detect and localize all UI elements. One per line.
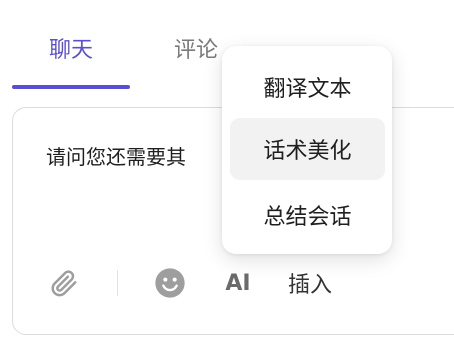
tab-chat[interactable]: 聊天 (12, 38, 130, 64)
active-tab-indicator (12, 85, 130, 89)
emoji-button[interactable] (152, 260, 188, 306)
ai-button[interactable]: AI (220, 260, 256, 306)
insert-button[interactable]: 插入 (282, 260, 338, 306)
toolbar-divider (116, 260, 118, 306)
smiley-icon (155, 268, 185, 298)
editor-toolbar: AI 插入 (0, 260, 454, 306)
ai-dropdown-menu: 翻译文本 话术美化 总结会话 (222, 46, 392, 254)
menu-item-translate[interactable]: 翻译文本 (230, 56, 385, 118)
attach-button[interactable] (44, 260, 84, 306)
paperclip-icon (51, 270, 77, 297)
menu-item-summarize[interactable]: 总结会话 (230, 184, 385, 246)
message-input-text[interactable]: 请问您还需要其 (46, 141, 186, 170)
menu-item-polish[interactable]: 话术美化 (230, 118, 385, 180)
